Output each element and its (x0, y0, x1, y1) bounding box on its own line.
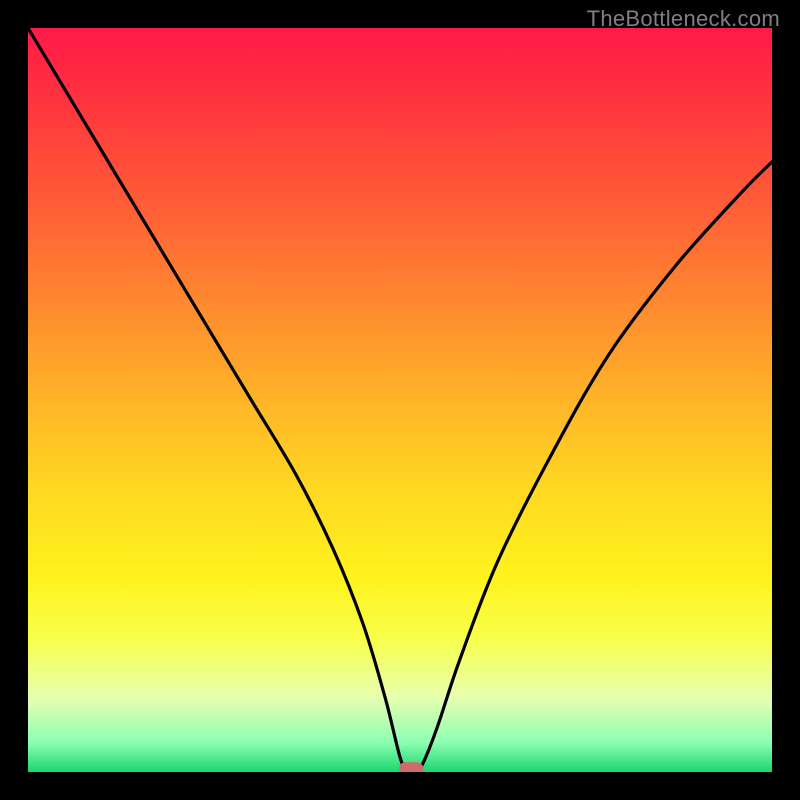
chart-area (28, 28, 772, 772)
bottleneck-curve (28, 28, 772, 772)
minimum-marker (399, 762, 423, 772)
chart-svg (28, 28, 772, 772)
